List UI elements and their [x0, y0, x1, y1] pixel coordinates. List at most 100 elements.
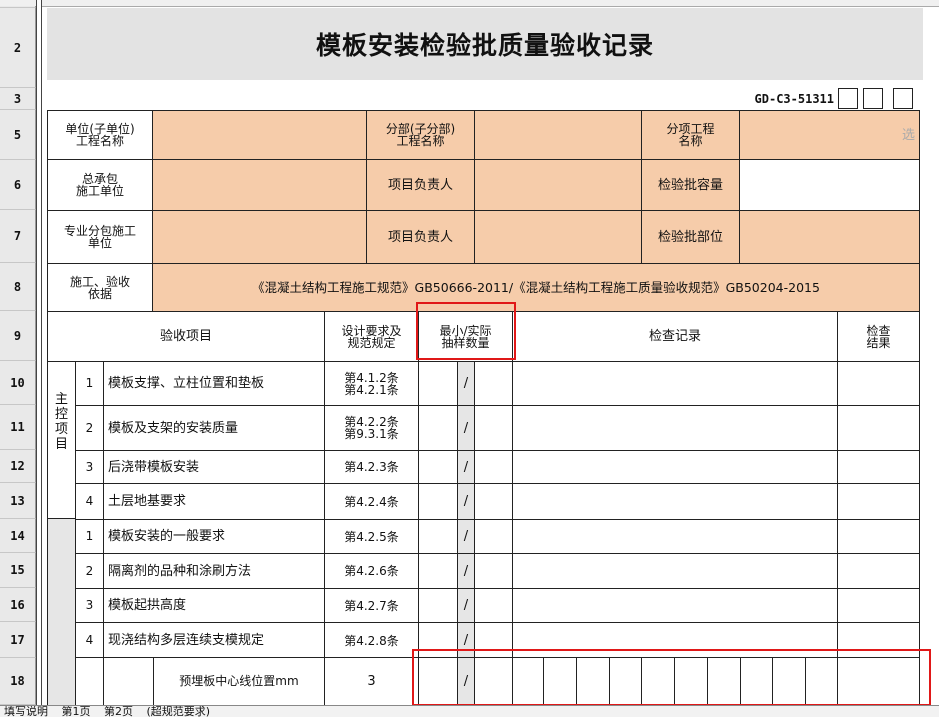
row-number[interactable]: 6: [0, 160, 36, 210]
form-code: GD-C3-51311: [754, 92, 834, 106]
row-item-name: 后浇带模板安装: [103, 450, 325, 484]
row-check-record[interactable]: [512, 483, 838, 520]
row-number[interactable]: 3: [0, 88, 36, 110]
pm-value-2[interactable]: [474, 210, 642, 264]
row-number[interactable]: 13: [0, 483, 36, 519]
select-hint[interactable]: 选: [902, 129, 915, 142]
row-slash: /: [457, 622, 475, 659]
row18-record-cell[interactable]: [707, 657, 741, 706]
row-check-record[interactable]: [512, 553, 838, 589]
pm-value[interactable]: [474, 159, 642, 211]
row-check-record[interactable]: [512, 405, 838, 451]
row-result[interactable]: [837, 588, 920, 623]
row-actual-sample[interactable]: [474, 405, 513, 451]
row18-record-cell[interactable]: [772, 657, 806, 706]
row-number-cell: 2: [75, 553, 104, 589]
row-min-sample[interactable]: [418, 405, 458, 451]
code-box[interactable]: [893, 88, 913, 109]
row-actual-sample[interactable]: [474, 622, 513, 659]
subcontractor-value[interactable]: [152, 210, 367, 264]
row-clause: 第4.2.6条: [324, 553, 419, 589]
row18-record-cell[interactable]: [641, 657, 675, 706]
row-min-sample[interactable]: [418, 622, 458, 659]
row18-record-cell[interactable]: [512, 657, 544, 706]
basis-value[interactable]: 《混凝土结构工程施工规范》GB50666-2011/《混凝土结构工程施工质量验收…: [152, 263, 920, 312]
row-min-sample[interactable]: [418, 588, 458, 623]
sheet-tab[interactable]: 填写说明: [4, 706, 48, 717]
row-number[interactable]: 15: [0, 553, 36, 588]
row-result[interactable]: [837, 405, 920, 451]
batch-part-value[interactable]: [739, 210, 920, 264]
item-value[interactable]: 选: [739, 110, 920, 160]
row18-record-cell[interactable]: [609, 657, 642, 706]
row-number[interactable]: 2: [0, 8, 36, 88]
row-result[interactable]: [837, 361, 920, 406]
row-number-cell: 4: [75, 483, 104, 520]
row-result[interactable]: [837, 450, 920, 484]
unit-value[interactable]: [152, 110, 367, 160]
row-number-cell: 2: [75, 405, 104, 451]
row18-record-cell[interactable]: [543, 657, 577, 706]
row-check-record[interactable]: [512, 361, 838, 406]
column-header-design: 设计要求及 规范规定: [324, 311, 419, 362]
row-min-sample[interactable]: [418, 450, 458, 484]
row-slash: /: [457, 450, 475, 484]
row-min-sample[interactable]: [418, 519, 458, 554]
row-number[interactable]: 10: [0, 361, 36, 405]
row18-result[interactable]: [837, 657, 920, 706]
row-check-record[interactable]: [512, 622, 838, 659]
row-number[interactable]: 5: [0, 110, 36, 160]
row-number-cell: 4: [75, 622, 104, 659]
row-number[interactable]: 18: [0, 658, 36, 705]
row-number[interactable]: 11: [0, 405, 36, 450]
code-box[interactable]: [863, 88, 883, 109]
row-result[interactable]: [837, 622, 920, 659]
contractor-label: 总承包 施工单位: [47, 159, 153, 211]
row-actual-sample[interactable]: [474, 588, 513, 623]
row-actual-sample[interactable]: [474, 450, 513, 484]
row-check-record[interactable]: [512, 450, 838, 484]
row-result[interactable]: [837, 553, 920, 589]
sheet-tab[interactable]: 第2页: [104, 706, 133, 717]
row-check-record[interactable]: [512, 588, 838, 623]
row-clause: 第4.2.8条: [324, 622, 419, 659]
row-number[interactable]: 17: [0, 622, 36, 658]
row-number[interactable]: 9: [0, 311, 36, 361]
sheet-tab[interactable]: 第1页: [62, 706, 91, 717]
row18-actual-sample[interactable]: [474, 657, 513, 706]
row18-record-cell[interactable]: [740, 657, 773, 706]
row-number[interactable]: 14: [0, 519, 36, 553]
row-item-name: 隔离剂的品种和涂刷方法: [103, 553, 325, 589]
subcontractor-label: 专业分包施工 单位: [47, 210, 153, 264]
sub-group-spacer: [103, 657, 154, 706]
row-result[interactable]: [837, 519, 920, 554]
row18-min-sample[interactable]: [418, 657, 458, 706]
row-number[interactable]: 12: [0, 450, 36, 483]
row-min-sample[interactable]: [418, 483, 458, 520]
sheet-tab[interactable]: (超规范要求): [147, 706, 211, 717]
row-number[interactable]: 16: [0, 588, 36, 622]
row18-value: 3: [324, 657, 419, 706]
row-clause: 第4.2.2条 第9.3.1条: [324, 405, 419, 451]
pm-label: 项目负责人: [366, 159, 475, 211]
row-actual-sample[interactable]: [474, 361, 513, 406]
row-min-sample[interactable]: [418, 361, 458, 406]
subdivision-value[interactable]: [474, 110, 642, 160]
row18-record-cell[interactable]: [674, 657, 708, 706]
row-number[interactable]: 8: [0, 263, 36, 311]
row18-record-cell[interactable]: [576, 657, 610, 706]
row-result[interactable]: [837, 483, 920, 520]
code-box[interactable]: [838, 88, 858, 109]
row-actual-sample[interactable]: [474, 519, 513, 554]
batch-capacity-value[interactable]: [739, 159, 920, 211]
row-check-record[interactable]: [512, 519, 838, 554]
subdivision-label: 分部(子分部) 工程名称: [366, 110, 475, 160]
contractor-value[interactable]: [152, 159, 367, 211]
row-min-sample[interactable]: [418, 553, 458, 589]
row18-record-cell[interactable]: [805, 657, 839, 706]
row-actual-sample[interactable]: [474, 483, 513, 520]
row-slash: /: [457, 553, 475, 589]
row-actual-sample[interactable]: [474, 553, 513, 589]
general-group-label: [47, 518, 76, 706]
row-number[interactable]: 7: [0, 210, 36, 263]
